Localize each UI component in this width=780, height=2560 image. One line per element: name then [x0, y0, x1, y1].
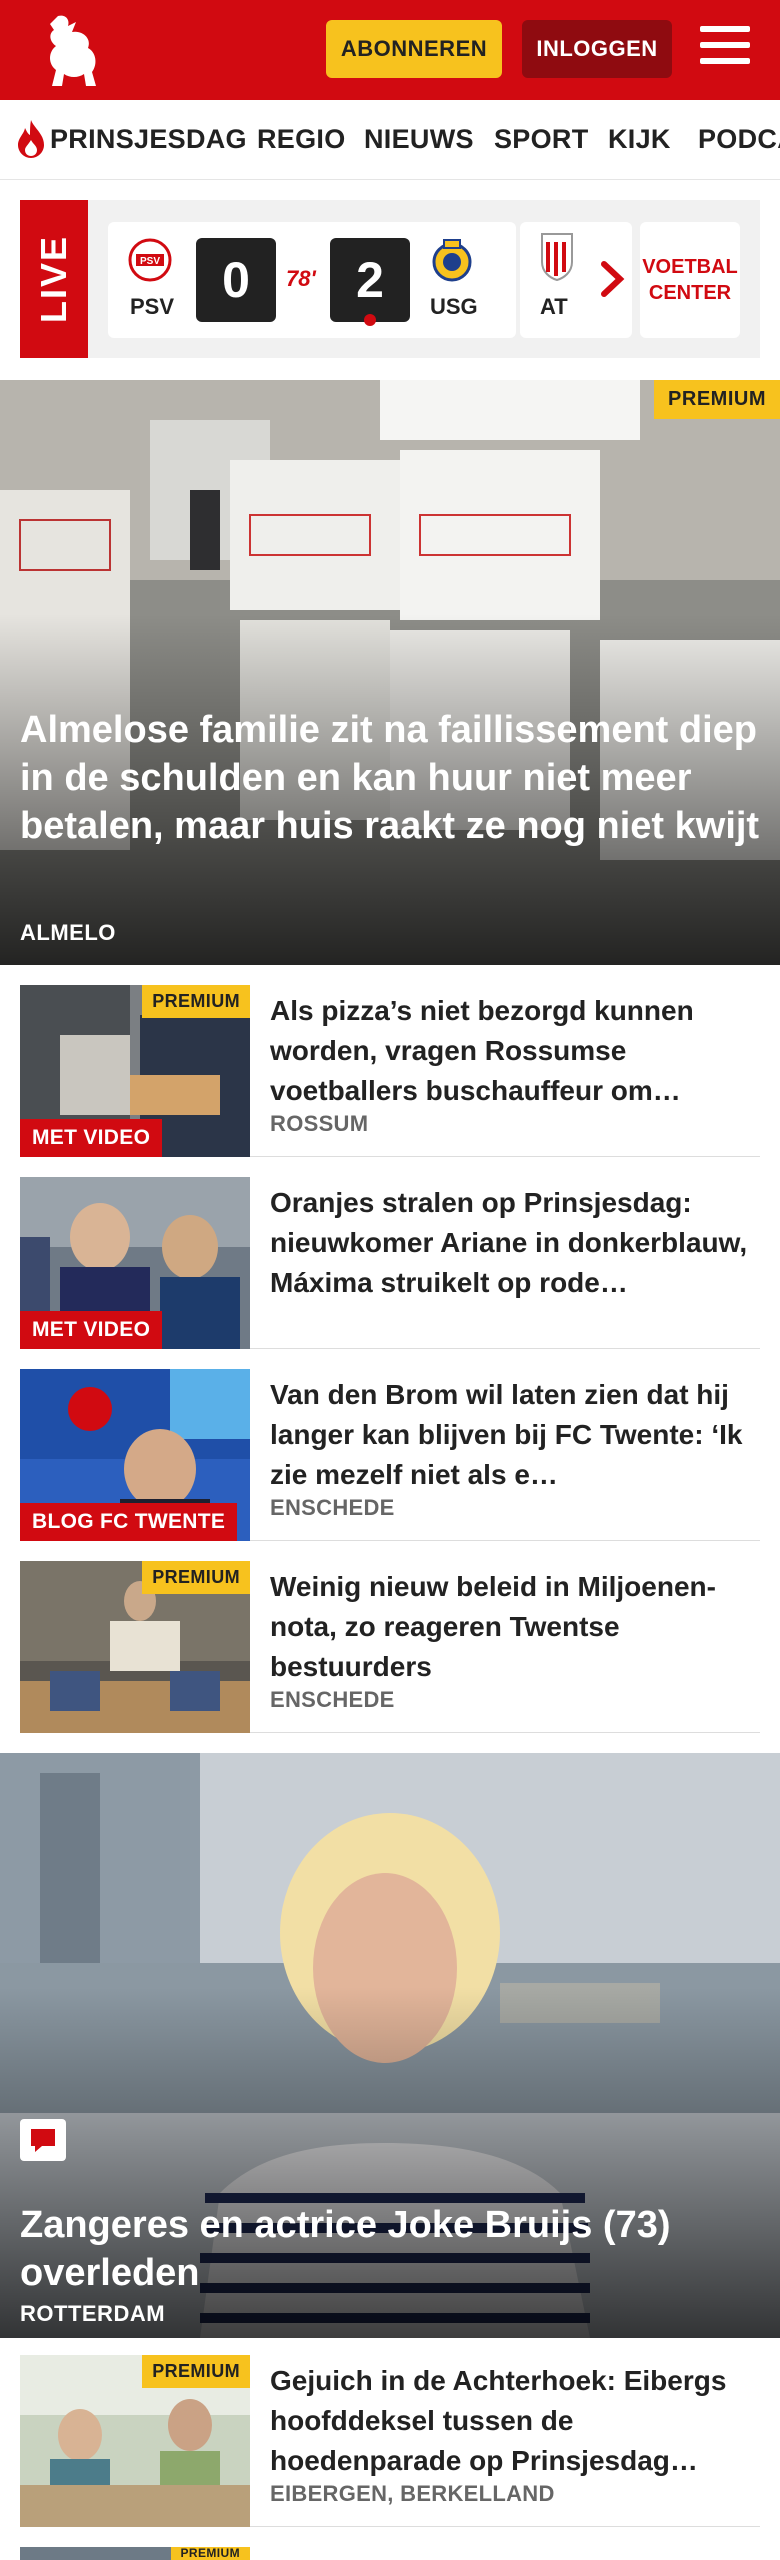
hero-title[interactable]: Zangeres en actrice Joke Bruijs (73) ove… — [20, 2201, 760, 2297]
hero-location: ALMELO — [20, 920, 116, 945]
hero-article-joke-bruijs[interactable]: Zangeres en actrice Joke Bruijs (73) ove… — [0, 1753, 780, 2338]
premium-badge: PREMIUM — [654, 380, 780, 419]
premium-badge: PREMIUM — [170, 2547, 250, 2560]
voetbal-center-line2: CENTER — [648, 282, 732, 304]
nav-item-sport[interactable]: SPORT — [494, 124, 589, 155]
nav-item-prinsjesdag[interactable]: PRINSJESDAG — [50, 124, 247, 155]
blog-label: BLOG FC TWENTE — [20, 1503, 238, 1541]
nav-item-regio[interactable]: REGIO — [257, 124, 346, 155]
article-thumbnail: PREMIUM MET VIDEO — [20, 985, 250, 1157]
live-dot — [364, 314, 376, 326]
list-item[interactable]: PREMIUM Gejuich in de Achterhoek: Eiberg… — [20, 2355, 760, 2527]
article-thumbnail: PREMIUM — [20, 2547, 250, 2560]
match-card-psv-usg[interactable]: PSV PSV 0 78' 2 USG — [108, 222, 516, 338]
subscribe-button[interactable]: ABONNEREN — [326, 20, 502, 78]
article-location: ENSCHEDE — [270, 1495, 395, 1520]
article-thumbnail: MET VIDEO — [20, 1177, 250, 1349]
voetbal-center-line1: VOETBAL — [642, 256, 738, 278]
psv-crest-icon: PSV — [128, 238, 172, 282]
tubantia-horse-logo[interactable] — [36, 12, 106, 90]
nav-item-kijk[interactable]: KIJK — [608, 124, 671, 155]
login-button[interactable]: INLOGGEN — [522, 20, 672, 78]
top-header-bar: ABONNEREN INLOGGEN — [0, 0, 780, 100]
article-title[interactable]: Gejuich in de Achterhoek: Eibergs hoofdd… — [270, 2361, 750, 2485]
nav-item-nieuws[interactable]: NIEUWS — [364, 124, 474, 155]
video-label: MET VIDEO — [20, 1311, 163, 1349]
main-navigation: PRINSJESDAG REGIO NIEUWS SPORT KIJK PODC… — [0, 100, 780, 180]
article-title[interactable]: Weinig nieuw beleid in Miljoenen­nota, z… — [270, 1567, 750, 1691]
hero-article-almelo[interactable]: PREMIUM Almelose familie zit na failliss… — [0, 380, 780, 965]
live-tag: LIVE — [20, 200, 88, 358]
nav-item-podcast[interactable]: PODCA — [698, 124, 780, 155]
article-title[interactable]: Van den Brom wil laten zien dat hij lang… — [270, 1375, 750, 1499]
away-score: 2 — [330, 238, 410, 322]
away-team-name: USG — [430, 294, 478, 319]
comment-icon[interactable] — [20, 2119, 66, 2161]
home-team-name: PSV — [130, 294, 175, 319]
live-label: LIVE — [33, 234, 74, 324]
article-title[interactable]: Als pizza’s niet bezorgd kunnen worden, … — [270, 991, 750, 1115]
flame-icon — [18, 120, 44, 158]
list-item[interactable]: PREMIUM — [20, 2547, 760, 2560]
home-score: 0 — [196, 238, 276, 322]
svg-text:PSV: PSV — [140, 256, 160, 267]
voetbal-center-link[interactable]: VOETBAL CENTER — [640, 222, 740, 338]
hero-title[interactable]: Almelose familie zit na faillissement di… — [20, 706, 760, 850]
premium-badge: PREMIUM — [142, 985, 250, 1018]
premium-badge: PREMIUM — [142, 1561, 250, 1594]
article-location: ENSCHEDE — [270, 1687, 395, 1712]
usg-crest-icon — [432, 239, 472, 282]
athletic-crest-icon — [541, 233, 573, 282]
article-title[interactable]: Oranjes stralen op Prinsjesdag: nieuwkom… — [270, 1183, 750, 1307]
chevron-right-icon[interactable] — [592, 254, 632, 304]
article-location: ROSSUM — [270, 1111, 369, 1136]
list-item[interactable]: PREMIUM Weinig nieuw beleid in Miljoenen… — [20, 1561, 760, 1733]
video-label: MET VIDEO — [20, 1119, 163, 1157]
hero-location: ROTTERDAM — [20, 2301, 166, 2326]
premium-badge: PREMIUM — [142, 2355, 250, 2388]
list-item[interactable]: BLOG FC TWENTE Van den Brom wil laten zi… — [20, 1369, 760, 1541]
live-scores-widget: LIVE PSV PSV 0 78' 2 USG AT VOETBAL CENT… — [20, 200, 760, 358]
article-thumbnail: BLOG FC TWENTE — [20, 1369, 250, 1541]
article-location: EIBERGEN, BERKELLAND — [270, 2481, 555, 2506]
next-team-name: AT — [540, 294, 568, 319]
article-thumbnail: PREMIUM — [20, 2355, 250, 2527]
article-thumbnail: PREMIUM — [20, 1561, 250, 1733]
match-minute: 78' — [286, 266, 316, 291]
list-item[interactable]: MET VIDEO Oranjes stralen op Prinsjesdag… — [20, 1177, 760, 1349]
list-item[interactable]: PREMIUM MET VIDEO Als pizza’s niet bezor… — [20, 985, 760, 1157]
hamburger-icon[interactable] — [700, 26, 750, 70]
